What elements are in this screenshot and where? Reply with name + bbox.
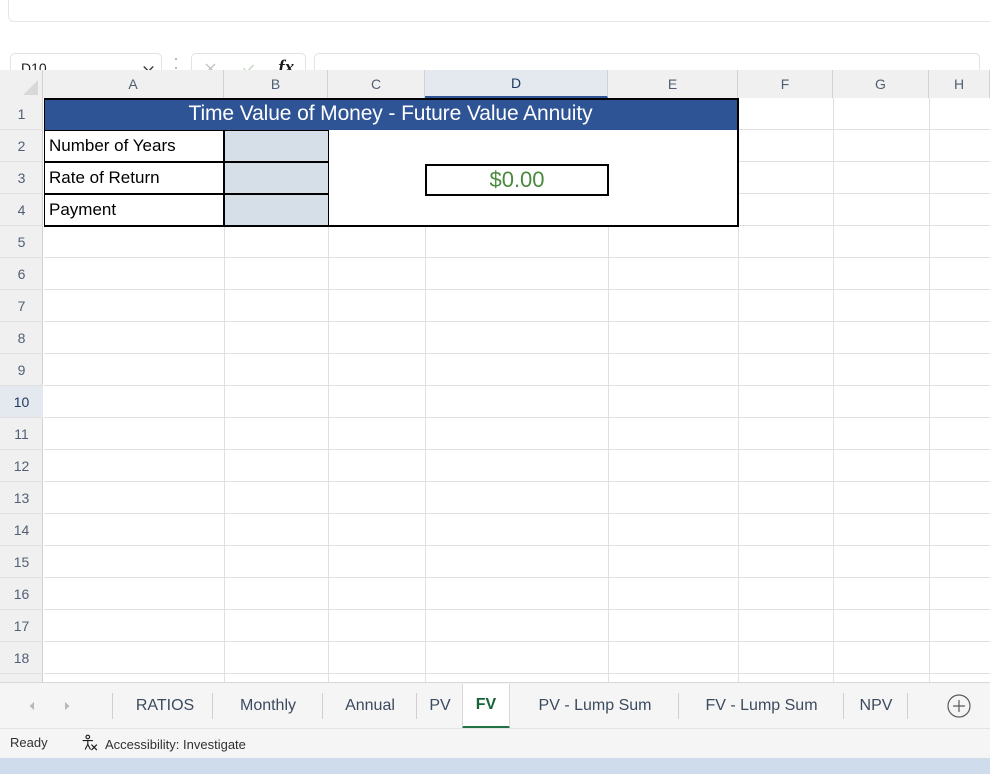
row-header-14[interactable]: 14 [0, 514, 43, 546]
row-header-10[interactable]: 10 [0, 386, 43, 418]
column-header-g[interactable]: G [833, 70, 929, 98]
gridline-horizontal [44, 673, 990, 674]
worksheet-title-banner[interactable]: Time Value of Money - Future Value Annui… [44, 98, 738, 130]
add-sheet-icon[interactable] [946, 693, 972, 719]
cell-b3-input[interactable] [224, 162, 329, 194]
gridline-horizontal [44, 513, 990, 514]
spreadsheet-grid[interactable]: A B C D E F G H 1 2 3 4 5 6 7 8 9 10 11 … [0, 70, 990, 682]
gridline-horizontal [44, 321, 990, 322]
cell-a4-label[interactable]: Payment [44, 194, 224, 226]
sheet-tab-fv-lump-sum[interactable]: FV - Lump Sum [680, 684, 843, 728]
cell-a2-label[interactable]: Number of Years [44, 130, 224, 162]
gridline-horizontal [44, 289, 990, 290]
column-header-c[interactable]: C [328, 70, 425, 98]
dot [175, 67, 177, 69]
accessibility-label: Accessibility: Investigate [105, 736, 246, 752]
gridline-horizontal [44, 641, 990, 642]
tab-separator [416, 693, 417, 719]
row-header-2[interactable]: 2 [0, 130, 43, 162]
cell-a3-label[interactable]: Rate of Return [44, 162, 224, 194]
row-header-6[interactable]: 6 [0, 258, 43, 290]
accessibility-status[interactable]: Accessibility: Investigate [80, 734, 246, 754]
column-header-d[interactable]: D [425, 70, 608, 98]
sheet-tab-fv[interactable]: FV [462, 684, 510, 729]
column-header-f[interactable]: F [738, 70, 833, 98]
row-header-11[interactable]: 11 [0, 418, 43, 450]
row-header-18[interactable]: 18 [0, 642, 43, 674]
row-header-9[interactable]: 9 [0, 354, 43, 386]
sheet-nav-arrows [14, 691, 84, 721]
row-header-13[interactable]: 13 [0, 482, 43, 514]
sheet-tab-bar: RATIOS Monthly Annual PV FV PV - Lump Su… [0, 682, 990, 729]
sheet-tab-npv[interactable]: NPV [845, 684, 907, 728]
gridline-vertical [833, 98, 834, 682]
row-header-12[interactable]: 12 [0, 450, 43, 482]
formula-bar: D10 fx [0, 22, 990, 92]
cell-canvas[interactable]: Time Value of Money - Future Value Annui… [44, 98, 990, 682]
column-header-b[interactable]: B [224, 70, 328, 98]
row-header-5[interactable]: 5 [0, 226, 43, 258]
sheet-tab-ratios[interactable]: RATIOS [118, 684, 212, 728]
column-header-e[interactable]: E [608, 70, 738, 98]
select-all-corner[interactable] [0, 70, 43, 98]
tab-separator [212, 693, 213, 719]
column-header-a[interactable]: A [43, 70, 224, 98]
tab-separator [843, 693, 844, 719]
gridline-horizontal [44, 577, 990, 578]
sheet-tab-pv-lump-sum[interactable]: PV - Lump Sum [512, 684, 678, 728]
tab-separator [322, 693, 323, 719]
row-header-16[interactable]: 16 [0, 578, 43, 610]
row-header-15[interactable]: 15 [0, 546, 43, 578]
cell-b4-input[interactable] [224, 194, 329, 226]
row-header-8[interactable]: 8 [0, 322, 43, 354]
sheet-tab-annual[interactable]: Annual [324, 684, 416, 728]
row-header-19[interactable]: 19 [0, 674, 43, 683]
dot [175, 58, 177, 60]
gridline-horizontal [44, 385, 990, 386]
gridline-horizontal [44, 353, 990, 354]
status-bar: Ready Accessibility: Investigate [0, 728, 990, 758]
sheet-tab-monthly[interactable]: Monthly [214, 684, 322, 728]
next-sheet-icon[interactable] [49, 691, 84, 721]
future-value-result[interactable]: $0.00 [425, 164, 609, 196]
tab-separator [907, 693, 908, 719]
ribbon: Undo Clipboard Font Alignment Number [0, 0, 990, 22]
row-header-7[interactable]: 7 [0, 290, 43, 322]
gridline-horizontal [44, 609, 990, 610]
row-header-3[interactable]: 3 [0, 162, 43, 194]
row-header-17[interactable]: 17 [0, 610, 43, 642]
sheet-tab-pv[interactable]: PV [418, 684, 462, 728]
tab-separator [678, 693, 679, 719]
gridline-horizontal [44, 545, 990, 546]
gridline-vertical [929, 98, 930, 682]
gridline-horizontal [44, 417, 990, 418]
column-header-h[interactable]: H [929, 70, 990, 98]
desktop-taskbar-strip [0, 758, 990, 774]
tab-separator [112, 693, 113, 719]
gridline-horizontal [44, 257, 990, 258]
row-header-1[interactable]: 1 [0, 98, 43, 130]
cell-b2-input[interactable] [224, 130, 329, 162]
gridline-horizontal [44, 449, 990, 450]
ribbon-shell: Undo Clipboard Font Alignment Number [8, 0, 990, 22]
previous-sheet-icon[interactable] [14, 691, 49, 721]
row-header-4[interactable]: 4 [0, 194, 43, 226]
accessibility-icon [80, 733, 99, 755]
gridline-horizontal [44, 481, 990, 482]
status-mode: Ready [10, 735, 48, 750]
gridline-vertical [738, 98, 739, 682]
